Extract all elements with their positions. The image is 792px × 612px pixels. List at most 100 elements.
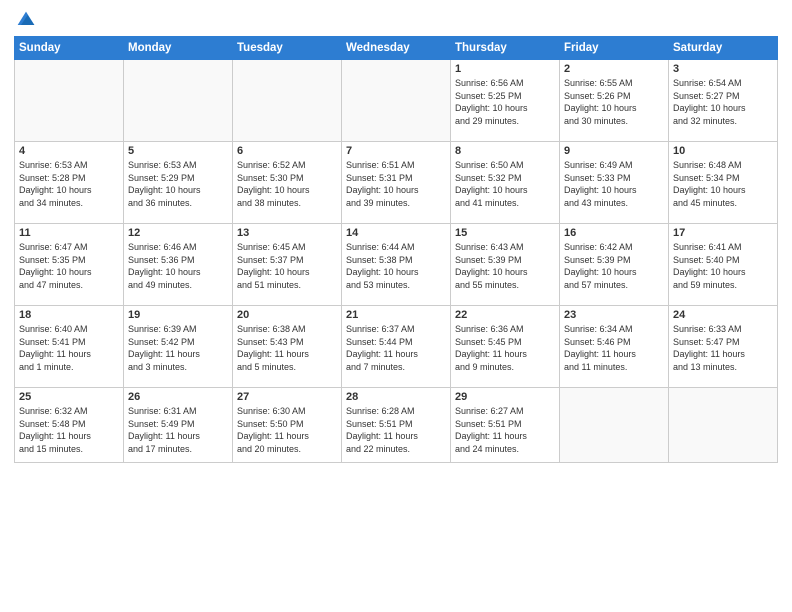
day-info: Sunrise: 6:48 AM Sunset: 5:34 PM Dayligh… bbox=[673, 159, 773, 209]
calendar-cell: 26 Sunrise: 6:31 AM Sunset: 5:49 PM Dayli… bbox=[124, 388, 233, 463]
day-number: 16 bbox=[564, 227, 664, 239]
day-info: Sunrise: 6:53 AM Sunset: 5:29 PM Dayligh… bbox=[128, 159, 228, 209]
day-info: Sunrise: 6:52 AM Sunset: 5:30 PM Dayligh… bbox=[237, 159, 337, 209]
day-info: Sunrise: 6:42 AM Sunset: 5:39 PM Dayligh… bbox=[564, 241, 664, 291]
day-number: 14 bbox=[346, 227, 446, 239]
day-info: Sunrise: 6:27 AM Sunset: 5:51 PM Dayligh… bbox=[455, 405, 555, 455]
day-number: 21 bbox=[346, 309, 446, 321]
calendar-cell: 24 Sunrise: 6:33 AM Sunset: 5:47 PM Dayli… bbox=[669, 306, 778, 388]
day-number: 10 bbox=[673, 145, 773, 157]
calendar-cell bbox=[233, 60, 342, 142]
day-number: 12 bbox=[128, 227, 228, 239]
calendar-cell: 29Sunrise: 6:27 AM Sunset: 5:51 PM Dayli… bbox=[451, 388, 560, 463]
calendar-cell bbox=[560, 388, 669, 463]
day-info: Sunrise: 6:38 AM Sunset: 5:43 PM Dayligh… bbox=[237, 323, 337, 373]
calendar-cell: 13 Sunrise: 6:45 AM Sunset: 5:37 PM Dayli… bbox=[233, 224, 342, 306]
calendar-cell: 20 Sunrise: 6:38 AM Sunset: 5:43 PM Dayli… bbox=[233, 306, 342, 388]
day-number: 9 bbox=[564, 145, 664, 157]
day-number: 17 bbox=[673, 227, 773, 239]
day-info: Sunrise: 6:33 AM Sunset: 5:47 PM Dayligh… bbox=[673, 323, 773, 373]
day-info: Sunrise: 6:39 AM Sunset: 5:42 PM Dayligh… bbox=[128, 323, 228, 373]
day-info: Sunrise: 6:37 AM Sunset: 5:44 PM Dayligh… bbox=[346, 323, 446, 373]
calendar-cell: 7Sunrise: 6:51 AM Sunset: 5:31 PM Daylig… bbox=[342, 142, 451, 224]
day-info: Sunrise: 6:50 AM Sunset: 5:32 PM Dayligh… bbox=[455, 159, 555, 209]
calendar-cell: 9 Sunrise: 6:49 AM Sunset: 5:33 PM Daylig… bbox=[560, 142, 669, 224]
weekday-friday: Friday bbox=[560, 37, 669, 60]
day-number: 18 bbox=[19, 309, 119, 321]
day-info: Sunrise: 6:32 AM Sunset: 5:48 PM Dayligh… bbox=[19, 405, 119, 455]
day-info: Sunrise: 6:36 AM Sunset: 5:45 PM Dayligh… bbox=[455, 323, 555, 373]
calendar-cell: 5 Sunrise: 6:53 AM Sunset: 5:29 PM Daylig… bbox=[124, 142, 233, 224]
day-number: 2 bbox=[564, 63, 664, 75]
day-number: 6 bbox=[237, 145, 337, 157]
day-number: 1 bbox=[455, 63, 555, 75]
logo-icon bbox=[16, 10, 36, 30]
calendar-cell bbox=[15, 60, 124, 142]
day-info: Sunrise: 6:56 AM Sunset: 5:25 PM Dayligh… bbox=[455, 77, 555, 127]
day-info: Sunrise: 6:40 AM Sunset: 5:41 PM Dayligh… bbox=[19, 323, 119, 373]
day-info: Sunrise: 6:53 AM Sunset: 5:28 PM Dayligh… bbox=[19, 159, 119, 209]
calendar-cell: 3 Sunrise: 6:54 AM Sunset: 5:27 PM Daylig… bbox=[669, 60, 778, 142]
weekday-monday: Monday bbox=[124, 37, 233, 60]
weekday-saturday: Saturday bbox=[669, 37, 778, 60]
calendar-cell: 17Sunrise: 6:41 AM Sunset: 5:40 PM Dayli… bbox=[669, 224, 778, 306]
day-number: 22 bbox=[455, 309, 555, 321]
calendar-cell: 12 Sunrise: 6:46 AM Sunset: 5:36 PM Dayli… bbox=[124, 224, 233, 306]
calendar-cell: 18 Sunrise: 6:40 AM Sunset: 5:41 PM Dayli… bbox=[15, 306, 124, 388]
calendar-cell: 27 Sunrise: 6:30 AM Sunset: 5:50 PM Dayli… bbox=[233, 388, 342, 463]
week-row-1: 1 Sunrise: 6:56 AM Sunset: 5:25 PM Daylig… bbox=[15, 60, 778, 142]
day-number: 19 bbox=[128, 309, 228, 321]
calendar-cell: 10 Sunrise: 6:48 AM Sunset: 5:34 PM Dayli… bbox=[669, 142, 778, 224]
day-info: Sunrise: 6:55 AM Sunset: 5:26 PM Dayligh… bbox=[564, 77, 664, 127]
day-info: Sunrise: 6:44 AM Sunset: 5:38 PM Dayligh… bbox=[346, 241, 446, 291]
week-row-3: 11 Sunrise: 6:47 AM Sunset: 5:35 PM Dayli… bbox=[15, 224, 778, 306]
page-container: SundayMondayTuesdayWednesdayThursdayFrid… bbox=[0, 0, 792, 469]
calendar-cell: 4Sunrise: 6:53 AM Sunset: 5:28 PM Daylig… bbox=[15, 142, 124, 224]
calendar-cell: 16 Sunrise: 6:42 AM Sunset: 5:39 PM Dayli… bbox=[560, 224, 669, 306]
day-info: Sunrise: 6:30 AM Sunset: 5:50 PM Dayligh… bbox=[237, 405, 337, 455]
day-number: 23 bbox=[564, 309, 664, 321]
day-info: Sunrise: 6:49 AM Sunset: 5:33 PM Dayligh… bbox=[564, 159, 664, 209]
day-number: 13 bbox=[237, 227, 337, 239]
day-info: Sunrise: 6:45 AM Sunset: 5:37 PM Dayligh… bbox=[237, 241, 337, 291]
calendar-cell: 8Sunrise: 6:50 AM Sunset: 5:32 PM Daylig… bbox=[451, 142, 560, 224]
day-info: Sunrise: 6:54 AM Sunset: 5:27 PM Dayligh… bbox=[673, 77, 773, 127]
day-info: Sunrise: 6:46 AM Sunset: 5:36 PM Dayligh… bbox=[128, 241, 228, 291]
day-info: Sunrise: 6:51 AM Sunset: 5:31 PM Dayligh… bbox=[346, 159, 446, 209]
calendar-cell: 6 Sunrise: 6:52 AM Sunset: 5:30 PM Daylig… bbox=[233, 142, 342, 224]
calendar-cell: 25 Sunrise: 6:32 AM Sunset: 5:48 PM Dayli… bbox=[15, 388, 124, 463]
day-info: Sunrise: 6:28 AM Sunset: 5:51 PM Dayligh… bbox=[346, 405, 446, 455]
day-info: Sunrise: 6:43 AM Sunset: 5:39 PM Dayligh… bbox=[455, 241, 555, 291]
calendar-cell: 19 Sunrise: 6:39 AM Sunset: 5:42 PM Dayli… bbox=[124, 306, 233, 388]
calendar-cell: 11 Sunrise: 6:47 AM Sunset: 5:35 PM Dayli… bbox=[15, 224, 124, 306]
week-row-5: 25 Sunrise: 6:32 AM Sunset: 5:48 PM Dayli… bbox=[15, 388, 778, 463]
weekday-header-row: SundayMondayTuesdayWednesdayThursdayFrid… bbox=[15, 37, 778, 60]
day-number: 11 bbox=[19, 227, 119, 239]
weekday-sunday: Sunday bbox=[15, 37, 124, 60]
calendar-cell: 28 Sunrise: 6:28 AM Sunset: 5:51 PM Dayli… bbox=[342, 388, 451, 463]
day-number: 3 bbox=[673, 63, 773, 75]
calendar-cell: 21 Sunrise: 6:37 AM Sunset: 5:44 PM Dayli… bbox=[342, 306, 451, 388]
day-info: Sunrise: 6:31 AM Sunset: 5:49 PM Dayligh… bbox=[128, 405, 228, 455]
day-info: Sunrise: 6:34 AM Sunset: 5:46 PM Dayligh… bbox=[564, 323, 664, 373]
calendar-table: SundayMondayTuesdayWednesdayThursdayFrid… bbox=[14, 36, 778, 463]
day-number: 24 bbox=[673, 309, 773, 321]
day-number: 5 bbox=[128, 145, 228, 157]
weekday-wednesday: Wednesday bbox=[342, 37, 451, 60]
calendar-cell: 1 Sunrise: 6:56 AM Sunset: 5:25 PM Daylig… bbox=[451, 60, 560, 142]
day-number: 20 bbox=[237, 309, 337, 321]
day-number: 27 bbox=[237, 391, 337, 403]
day-number: 26 bbox=[128, 391, 228, 403]
day-number: 28 bbox=[346, 391, 446, 403]
header bbox=[14, 10, 778, 30]
calendar-cell: 15 Sunrise: 6:43 AM Sunset: 5:39 PM Dayli… bbox=[451, 224, 560, 306]
day-number: 15 bbox=[455, 227, 555, 239]
week-row-2: 4Sunrise: 6:53 AM Sunset: 5:28 PM Daylig… bbox=[15, 142, 778, 224]
calendar-cell bbox=[124, 60, 233, 142]
day-info: Sunrise: 6:47 AM Sunset: 5:35 PM Dayligh… bbox=[19, 241, 119, 291]
week-row-4: 18 Sunrise: 6:40 AM Sunset: 5:41 PM Dayli… bbox=[15, 306, 778, 388]
weekday-tuesday: Tuesday bbox=[233, 37, 342, 60]
logo bbox=[14, 10, 36, 30]
calendar-cell bbox=[342, 60, 451, 142]
day-number: 25 bbox=[19, 391, 119, 403]
